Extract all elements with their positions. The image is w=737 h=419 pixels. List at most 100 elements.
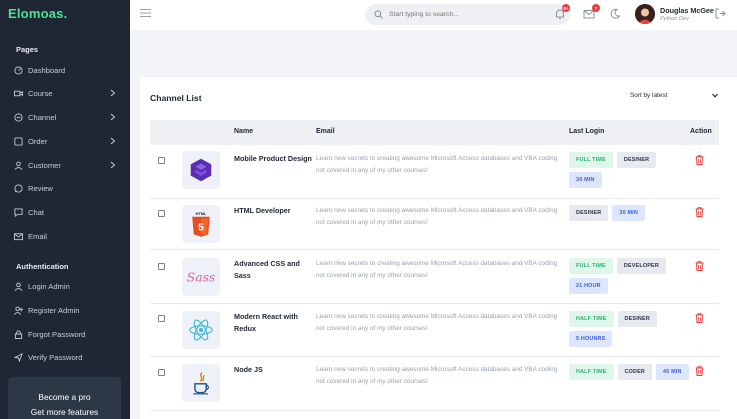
sass-logo-icon: Sass: [182, 258, 220, 296]
user-name[interactable]: Douglas McGee: [660, 6, 714, 15]
sort-select[interactable]: Sort by latest: [630, 92, 720, 99]
column-header-name[interactable]: Name: [234, 128, 253, 135]
channel-list-card: Channel List Sort by latest Name Email L…: [140, 77, 737, 419]
upgrade-promo-card[interactable]: Become a pro Get more features: [8, 377, 121, 419]
brand-logo[interactable]: Elomoas.: [8, 6, 67, 21]
react-logo-icon: [182, 311, 220, 349]
trash-icon[interactable]: [695, 261, 704, 271]
row-name[interactable]: Mobile Product Design: [234, 153, 312, 165]
duration-badge: 5 HOUNRS: [569, 331, 613, 347]
user-role: Python Dev: [660, 16, 689, 22]
login-icon: [14, 282, 23, 291]
logout-icon[interactable]: [715, 8, 726, 19]
auth-section-title: Authentication: [16, 262, 69, 271]
mail-icon: [14, 232, 23, 241]
last-login-tags: DESINER 30 MIN: [569, 205, 689, 221]
svg-text:5: 5: [198, 222, 204, 233]
java-logo-icon: [182, 364, 220, 402]
register-icon: [14, 306, 23, 315]
chevron-down-icon[interactable]: [712, 93, 718, 98]
column-header-email[interactable]: Email: [316, 128, 335, 135]
sidebar-item-chat[interactable]: Chat: [14, 205, 122, 219]
promo-title: Become a pro: [38, 392, 91, 402]
sidebar-item-customer[interactable]: Customer: [14, 158, 122, 172]
svg-text:Sass: Sass: [187, 270, 216, 284]
sidebar-item-label: Dashboard: [28, 65, 66, 75]
sidebar-item-label: Course: [28, 88, 53, 98]
row-checkbox[interactable]: [158, 157, 165, 164]
sidebar-item-label: Channel: [28, 112, 57, 122]
duration-badge: 21 HOUR: [569, 278, 608, 294]
row-name[interactable]: Advanced CSS and Sass: [234, 258, 312, 282]
last-login-tags: HALF TIME DESINER 5 HOUNRS: [569, 311, 689, 347]
row-email: Learn new secrets to creating awesome Mi…: [316, 313, 558, 332]
trash-icon[interactable]: [695, 313, 704, 323]
user-icon: [14, 161, 23, 170]
sidebar-item-label: Customer: [28, 160, 61, 170]
chat-bubble-icon: [14, 183, 23, 193]
sidebar-item-verify-password[interactable]: Verify Password: [14, 350, 122, 364]
row-checkbox[interactable]: [158, 369, 165, 376]
last-login-tags: FULL TIME DEVELOPER 21 HOUR: [569, 258, 689, 294]
sidebar-item-label: Forgot Password: [28, 329, 86, 339]
message-icon: [14, 207, 23, 217]
chevron-right-icon: [110, 113, 116, 121]
mobile-design-logo-icon: [182, 151, 220, 189]
sidebar-item-label: Review: [28, 183, 53, 193]
row-email: Learn new secrets to creating awesome Mi…: [316, 155, 558, 174]
table-row: Mobile Product Design Learn new secrets …: [150, 145, 719, 199]
sidebar-item-label: Register Admin: [28, 305, 80, 315]
row-checkbox[interactable]: [158, 263, 165, 270]
promo-subtitle: Get more features: [30, 407, 99, 417]
sidebar-item-label: Order: [28, 136, 48, 146]
send-icon: [14, 352, 23, 362]
sidebar-item-order[interactable]: Order: [14, 134, 122, 148]
column-header-last-login[interactable]: Last Login: [569, 128, 604, 135]
duration-badge: 30 MIN: [612, 205, 645, 221]
search-input[interactable]: [389, 11, 559, 18]
last-login-tags: HALF TIME CODER 45 MIN: [569, 364, 689, 380]
role-badge: CODER: [617, 364, 653, 380]
video-icon: [14, 89, 23, 98]
row-email: Learn new secrets to creating awesome Mi…: [316, 207, 558, 226]
role-badge: DESINER: [617, 311, 657, 327]
page-title: Channel List: [150, 93, 202, 103]
sidebar-item-review[interactable]: Review: [14, 181, 122, 195]
sidebar-item-label: Verify Password: [28, 352, 83, 362]
row-name[interactable]: HTML Developer: [234, 205, 312, 217]
search-bar[interactable]: [365, 4, 570, 25]
sidebar-item-course[interactable]: Course: [14, 86, 122, 100]
sidebar-item-login-admin[interactable]: Login Admin: [14, 279, 122, 293]
notification-badge: 9+: [562, 4, 570, 12]
sidebar-item-register-admin[interactable]: Register Admin: [14, 303, 122, 317]
chevron-right-icon: [110, 89, 116, 97]
row-checkbox[interactable]: [158, 315, 165, 322]
role-badge: DESINER: [569, 205, 609, 221]
trash-icon[interactable]: [695, 207, 704, 217]
message-badge: 7: [592, 4, 600, 12]
avatar[interactable]: [635, 4, 655, 24]
trash-icon[interactable]: [695, 155, 704, 165]
table-row: Sass Advanced CSS and Sass Learn new sec…: [150, 250, 719, 304]
menu-hamburger-icon[interactable]: [140, 8, 151, 18]
status-badge: HALF TIME: [569, 364, 614, 380]
lock-icon: [14, 329, 23, 339]
pages-section-title: Pages: [16, 45, 39, 54]
moon-icon[interactable]: [609, 8, 621, 20]
duration-badge: 45 MIN: [656, 364, 689, 380]
sidebar-item-dashboard[interactable]: Dashboard: [14, 63, 122, 77]
search-icon: [374, 10, 383, 19]
row-name[interactable]: Node JS: [234, 364, 312, 376]
sidebar-item-channel[interactable]: Channel: [14, 110, 122, 124]
status-badge: FULL TIME: [569, 258, 613, 274]
sidebar-item-label: Chat: [28, 207, 45, 217]
sidebar-item-email[interactable]: Email: [14, 229, 122, 243]
table-header: Name Email Last Login Action: [150, 120, 719, 145]
sidebar-item-forgot-password[interactable]: Forgot Password: [14, 327, 122, 341]
channel-icon: [14, 112, 23, 122]
row-checkbox[interactable]: [158, 210, 165, 217]
trash-icon[interactable]: [695, 366, 704, 376]
row-name[interactable]: Modern React with Redux: [234, 311, 312, 335]
chevron-right-icon: [110, 161, 116, 169]
sidebar-item-label: Email: [28, 231, 47, 241]
